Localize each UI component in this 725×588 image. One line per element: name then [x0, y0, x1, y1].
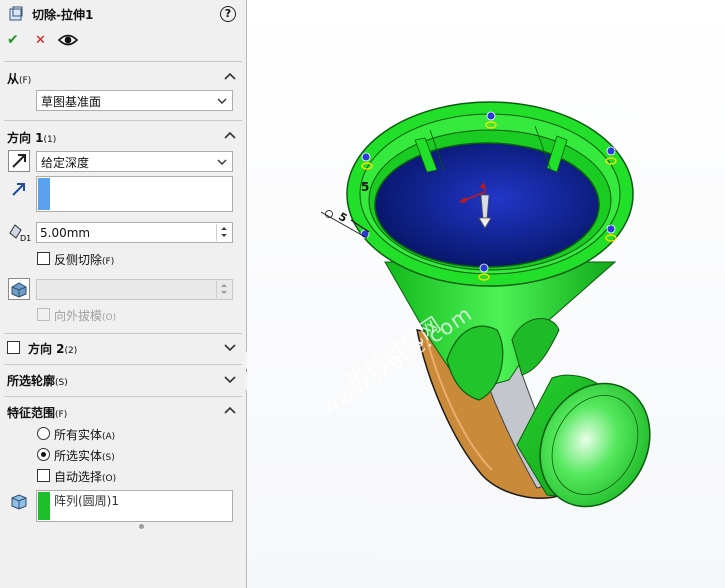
property-manager-panel: 切除-拉伸1 ? ✔ ✕ 从(F) 草图基准面 方向 1(1) 给定深度 D1 …	[0, 0, 247, 588]
separator	[4, 120, 242, 121]
help-icon[interactable]: ?	[220, 6, 236, 22]
end-condition-dropdown[interactable]: 给定深度	[36, 151, 233, 172]
selection-color-bar	[38, 492, 50, 520]
panel-title: 切除-拉伸1	[32, 8, 94, 22]
draft-outward-checkbox[interactable]	[37, 308, 50, 321]
ok-button[interactable]: ✔	[7, 32, 19, 48]
section-direction1-header[interactable]: 方向 1(1)	[0, 125, 246, 149]
spin-down-icon[interactable]	[217, 232, 231, 240]
chevron-up-icon[interactable]	[224, 405, 236, 417]
selected-body-item[interactable]: 阵列(圆周)1	[54, 492, 119, 509]
draft-toggle-icon[interactable]	[8, 278, 30, 300]
from-dropdown[interactable]: 草图基准面	[36, 90, 233, 111]
solid-body-icon	[9, 492, 31, 514]
from-dropdown-value: 草图基准面	[41, 95, 102, 109]
cancel-button[interactable]: ✕	[35, 33, 46, 48]
section-direction1-title: 方向 1(1)	[7, 131, 57, 145]
depth-dimension-icon: D1	[7, 221, 31, 243]
draft-spinner-buttons[interactable]	[216, 281, 231, 298]
section-selected-contours-header[interactable]: 所选轮廓(S)	[0, 368, 246, 392]
dimension-value-label[interactable]: 5	[361, 180, 369, 194]
depth-spinner-buttons[interactable]	[216, 224, 231, 241]
direction-selection-box[interactable]	[36, 176, 233, 212]
separator	[4, 333, 242, 334]
selection-color-bar	[38, 178, 50, 210]
all-bodies-radio[interactable]	[37, 427, 50, 440]
svg-text:D1: D1	[20, 234, 31, 243]
draft-outward-label: 向外拔模(O)	[54, 309, 117, 323]
section-from-header[interactable]: 从(F)	[0, 66, 246, 90]
direction2-checkbox[interactable]	[7, 341, 20, 354]
feature-icon	[8, 6, 24, 22]
bodies-selection-box[interactable]: 阵列(圆周)1	[36, 490, 233, 522]
separator	[4, 61, 242, 62]
reverse-direction-icon[interactable]	[8, 150, 30, 172]
separator	[4, 396, 242, 397]
auto-select-checkbox[interactable]	[37, 469, 50, 482]
section-feature-scope-title: 特征范围(F)	[7, 406, 68, 420]
all-bodies-label: 所有实体(A)	[54, 428, 116, 442]
spin-up-icon[interactable]	[217, 281, 231, 289]
flip-side-to-cut-label: 反侧切除(F)	[54, 253, 115, 267]
chevron-down-icon[interactable]	[224, 341, 236, 353]
model-3d-view[interactable]	[247, 0, 725, 588]
chevron-up-icon[interactable]	[224, 130, 236, 142]
spin-up-icon[interactable]	[217, 224, 231, 232]
chevron-down-icon	[217, 159, 227, 165]
graphics-viewport[interactable]: 5 5 机械时代网 www.jxace.com	[247, 0, 725, 588]
chevron-up-icon[interactable]	[224, 71, 236, 83]
depth-value: 5.00mm	[40, 226, 91, 240]
flip-side-to-cut-checkbox[interactable]	[37, 252, 50, 265]
section-direction2-title: 方向 2(2)	[28, 342, 78, 356]
chevron-down-icon	[217, 98, 227, 104]
section-direction2-header[interactable]: 方向 2(2)	[0, 336, 246, 360]
section-feature-scope-header[interactable]: 特征范围(F)	[0, 400, 246, 424]
auto-select-label: 自动选择(O)	[54, 470, 117, 484]
preview-eye-icon[interactable]	[57, 33, 79, 47]
radio-selected-dot	[41, 452, 46, 457]
separator	[4, 364, 242, 365]
resize-grip-dot[interactable]	[139, 524, 144, 529]
selected-bodies-radio[interactable]	[37, 448, 50, 461]
section-selected-contours-title: 所选轮廓(S)	[7, 374, 68, 388]
selected-bodies-label: 所选实体(S)	[54, 449, 115, 463]
depth-input[interactable]: 5.00mm	[36, 222, 233, 243]
spin-down-icon[interactable]	[217, 289, 231, 297]
direction-vector-icon	[9, 180, 31, 202]
end-condition-value: 给定深度	[41, 156, 90, 170]
draft-angle-input[interactable]	[36, 279, 233, 300]
chevron-down-icon[interactable]	[224, 373, 236, 385]
section-from-title: 从(F)	[7, 72, 32, 86]
